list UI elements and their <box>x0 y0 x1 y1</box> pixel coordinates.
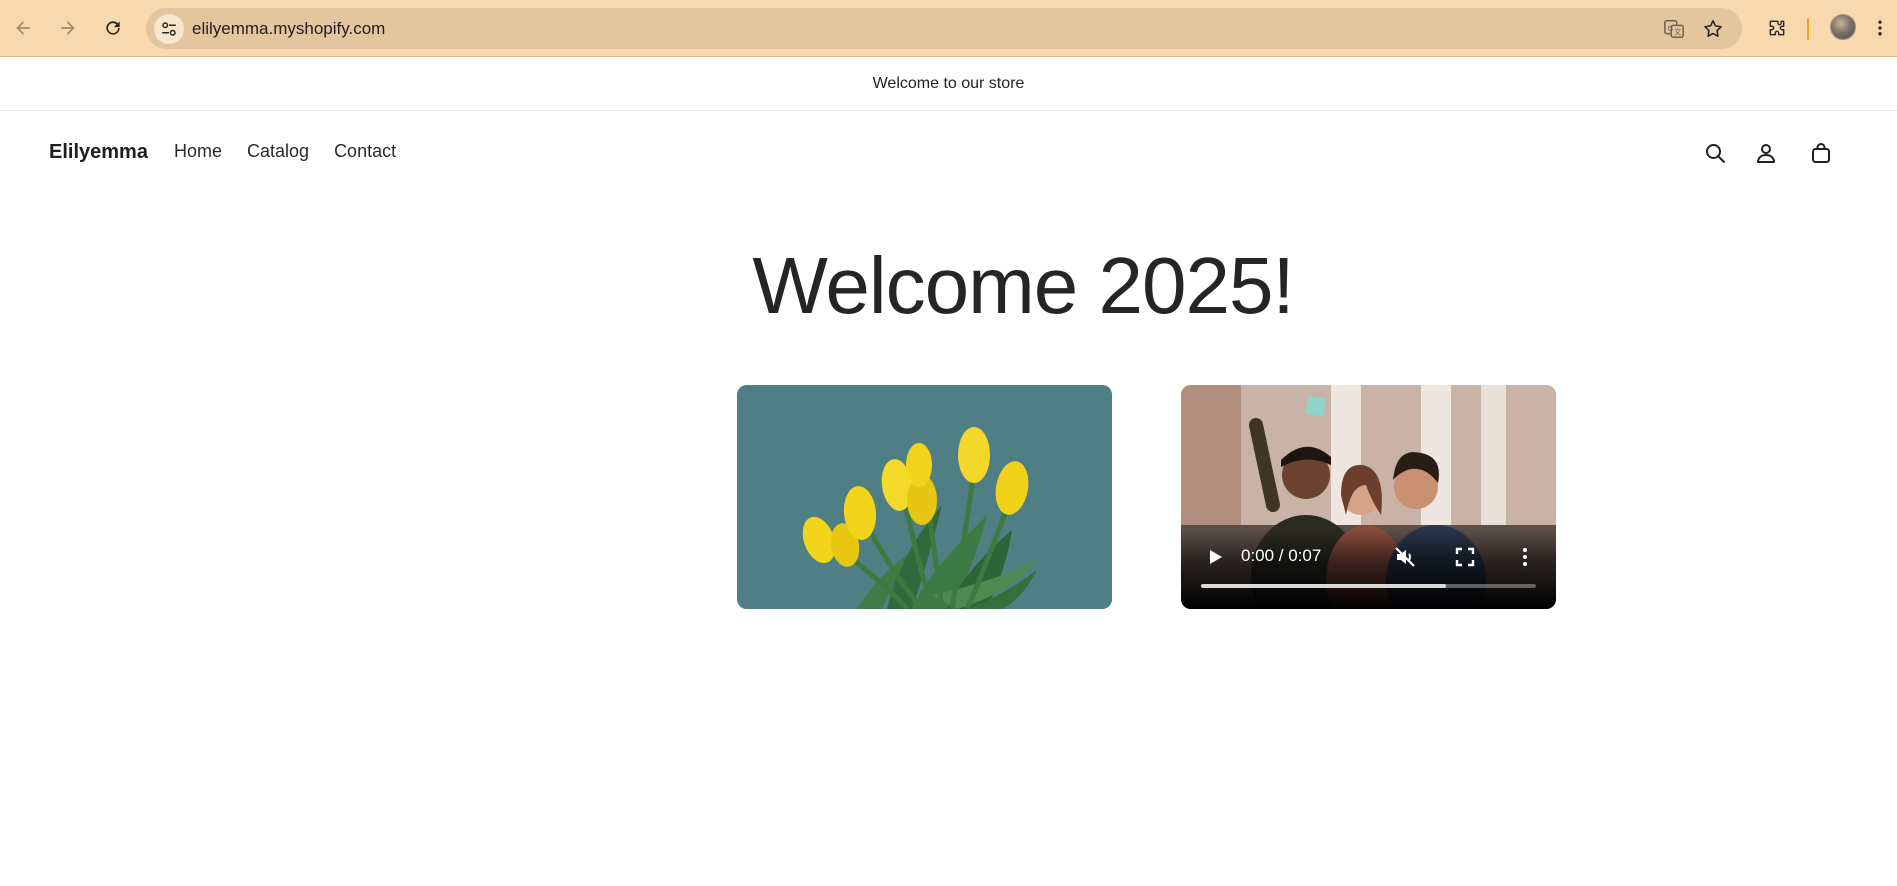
address-bar[interactable]: elilyemma.myshopify.com G 文 <box>146 8 1742 49</box>
svg-text:G: G <box>1668 24 1674 33</box>
translate-icon[interactable]: G 文 <box>1662 17 1686 41</box>
nav-item-home[interactable]: Home <box>174 141 222 162</box>
reload-icon[interactable] <box>96 11 130 45</box>
tulips-image <box>737 385 1112 609</box>
star-icon[interactable] <box>1701 17 1725 41</box>
svg-text:文: 文 <box>1674 28 1682 37</box>
more-options-icon[interactable] <box>1513 545 1537 569</box>
announcement-bar: Welcome to our store <box>0 57 1897 111</box>
url-text[interactable]: elilyemma.myshopify.com <box>192 8 385 49</box>
puzzle-icon[interactable] <box>1760 11 1794 45</box>
browser-toolbar: elilyemma.myshopify.com G 文 <box>0 0 1897 57</box>
tune-icon[interactable] <box>154 14 184 44</box>
video-progress-fill <box>1201 584 1446 588</box>
tulips-illustration <box>737 385 1112 609</box>
announcement-text: Welcome to our store <box>872 74 1025 92</box>
avatar[interactable] <box>1830 14 1856 40</box>
account-icon[interactable] <box>1752 139 1780 167</box>
video-progress-track[interactable] <box>1201 584 1536 588</box>
search-icon[interactable] <box>1701 139 1729 167</box>
fullscreen-icon[interactable] <box>1453 545 1477 569</box>
nav-item-catalog[interactable]: Catalog <box>247 141 309 162</box>
video-time: 0:00 / 0:07 <box>1241 546 1322 565</box>
nav-item-contact[interactable]: Contact <box>334 141 396 162</box>
store-logo[interactable]: Elilyemma <box>49 141 148 164</box>
back-arrow-icon[interactable] <box>6 11 40 45</box>
play-icon[interactable] <box>1205 547 1225 567</box>
store-header: Elilyemma Home Catalog Contact <box>0 111 1897 195</box>
kebab-menu-icon[interactable] <box>1870 11 1890 45</box>
video-player[interactable]: 0:00 / 0:07 <box>1181 385 1556 609</box>
muted-icon[interactable] <box>1393 545 1417 569</box>
main-nav: Home Catalog Contact <box>174 141 396 162</box>
cart-icon[interactable] <box>1807 139 1835 167</box>
page-title: Welcome 2025! <box>752 241 1294 330</box>
video-controls: 0:00 / 0:07 <box>1181 529 1556 609</box>
forward-arrow-icon[interactable] <box>51 11 85 45</box>
toolbar-divider <box>1807 18 1809 40</box>
